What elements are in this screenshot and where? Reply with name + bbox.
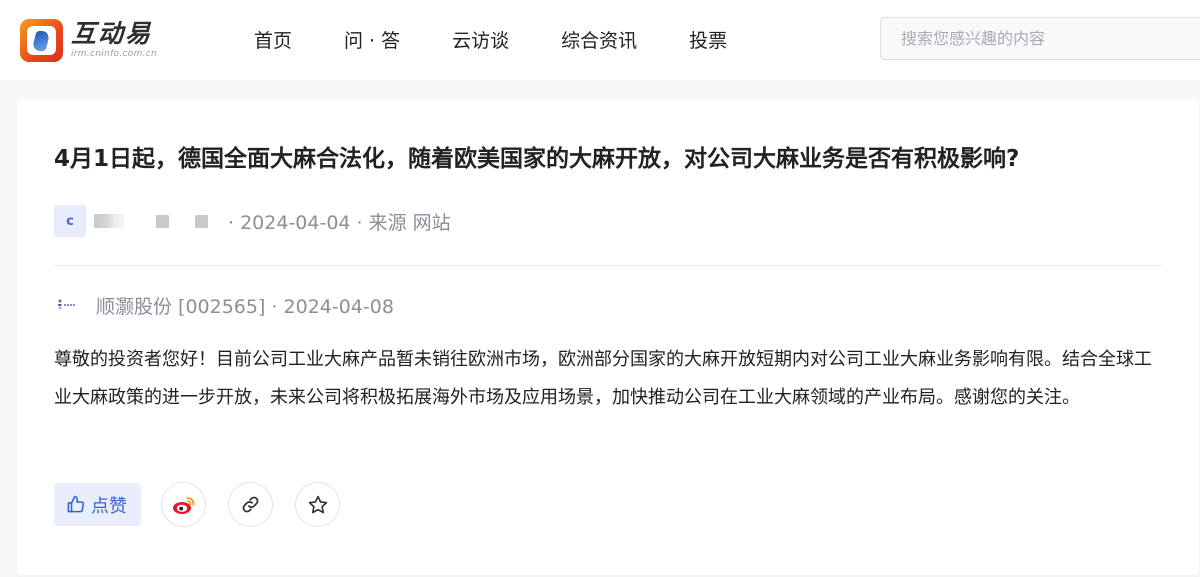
action-bar: 点赞 [54, 482, 362, 527]
share-weibo-button[interactable] [161, 482, 206, 527]
nav-qa[interactable]: 问 · 答 [344, 26, 400, 53]
thumbs-up-icon [67, 495, 85, 513]
site-logo[interactable]: 互动易 irm.cninfo.com.cn [20, 16, 180, 64]
asker-avatar[interactable]: c [54, 205, 86, 237]
main-nav: 首页 问 · 答 云访谈 综合资讯 投票 [254, 22, 727, 56]
qa-card: 4月1日起，德国全面大麻合法化，随着欧美国家的大麻开放，对公司大麻业务是否有积极… [17, 99, 1199, 575]
favorite-button[interactable] [295, 482, 340, 527]
top-header: 互动易 irm.cninfo.com.cn 首页 问 · 答 云访谈 综合资讯 … [0, 0, 1200, 80]
logo-url: irm.cninfo.com.cn [71, 49, 158, 59]
like-button[interactable]: 点赞 [54, 483, 141, 526]
star-icon [308, 495, 327, 513]
question-meta: · 2024-04-04 · 来源 网站 [228, 211, 451, 234]
divider [54, 265, 1162, 266]
question-title: 4月1日起，德国全面大麻合法化，随着欧美国家的大麻开放，对公司大麻业务是否有积极… [54, 146, 1020, 172]
asker-info: c · 2024-04-04 · 来源 网站 [54, 205, 451, 237]
redacted-mark [195, 214, 208, 228]
company-logo-icon [54, 292, 80, 318]
nav-news[interactable]: 综合资讯 [561, 26, 637, 53]
nav-home[interactable]: 首页 [254, 26, 292, 53]
search-input[interactable] [901, 29, 1189, 48]
weibo-icon [172, 496, 194, 514]
answerer-info: 顺灏股份 [002565] · 2024-04-08 [54, 289, 394, 321]
nav-vote[interactable]: 投票 [689, 26, 727, 53]
answer-body: 尊敬的投资者您好！目前公司工业大麻产品暂未销往欧洲市场，欧洲部分国家的大麻开放短… [54, 349, 1152, 408]
redacted-mark [156, 214, 169, 228]
answer-meta[interactable]: 顺灏股份 [002565] · 2024-04-08 [96, 292, 394, 319]
logo-mark-icon [20, 18, 63, 62]
search-box [880, 17, 1200, 60]
logo-name: 互动易 [71, 19, 153, 48]
redacted-username [94, 214, 124, 228]
like-label: 点赞 [91, 495, 127, 517]
logo-text: 互动易 irm.cninfo.com.cn [71, 21, 157, 59]
link-icon [242, 496, 259, 513]
copy-link-button[interactable] [228, 482, 273, 527]
nav-interview[interactable]: 云访谈 [452, 26, 509, 53]
